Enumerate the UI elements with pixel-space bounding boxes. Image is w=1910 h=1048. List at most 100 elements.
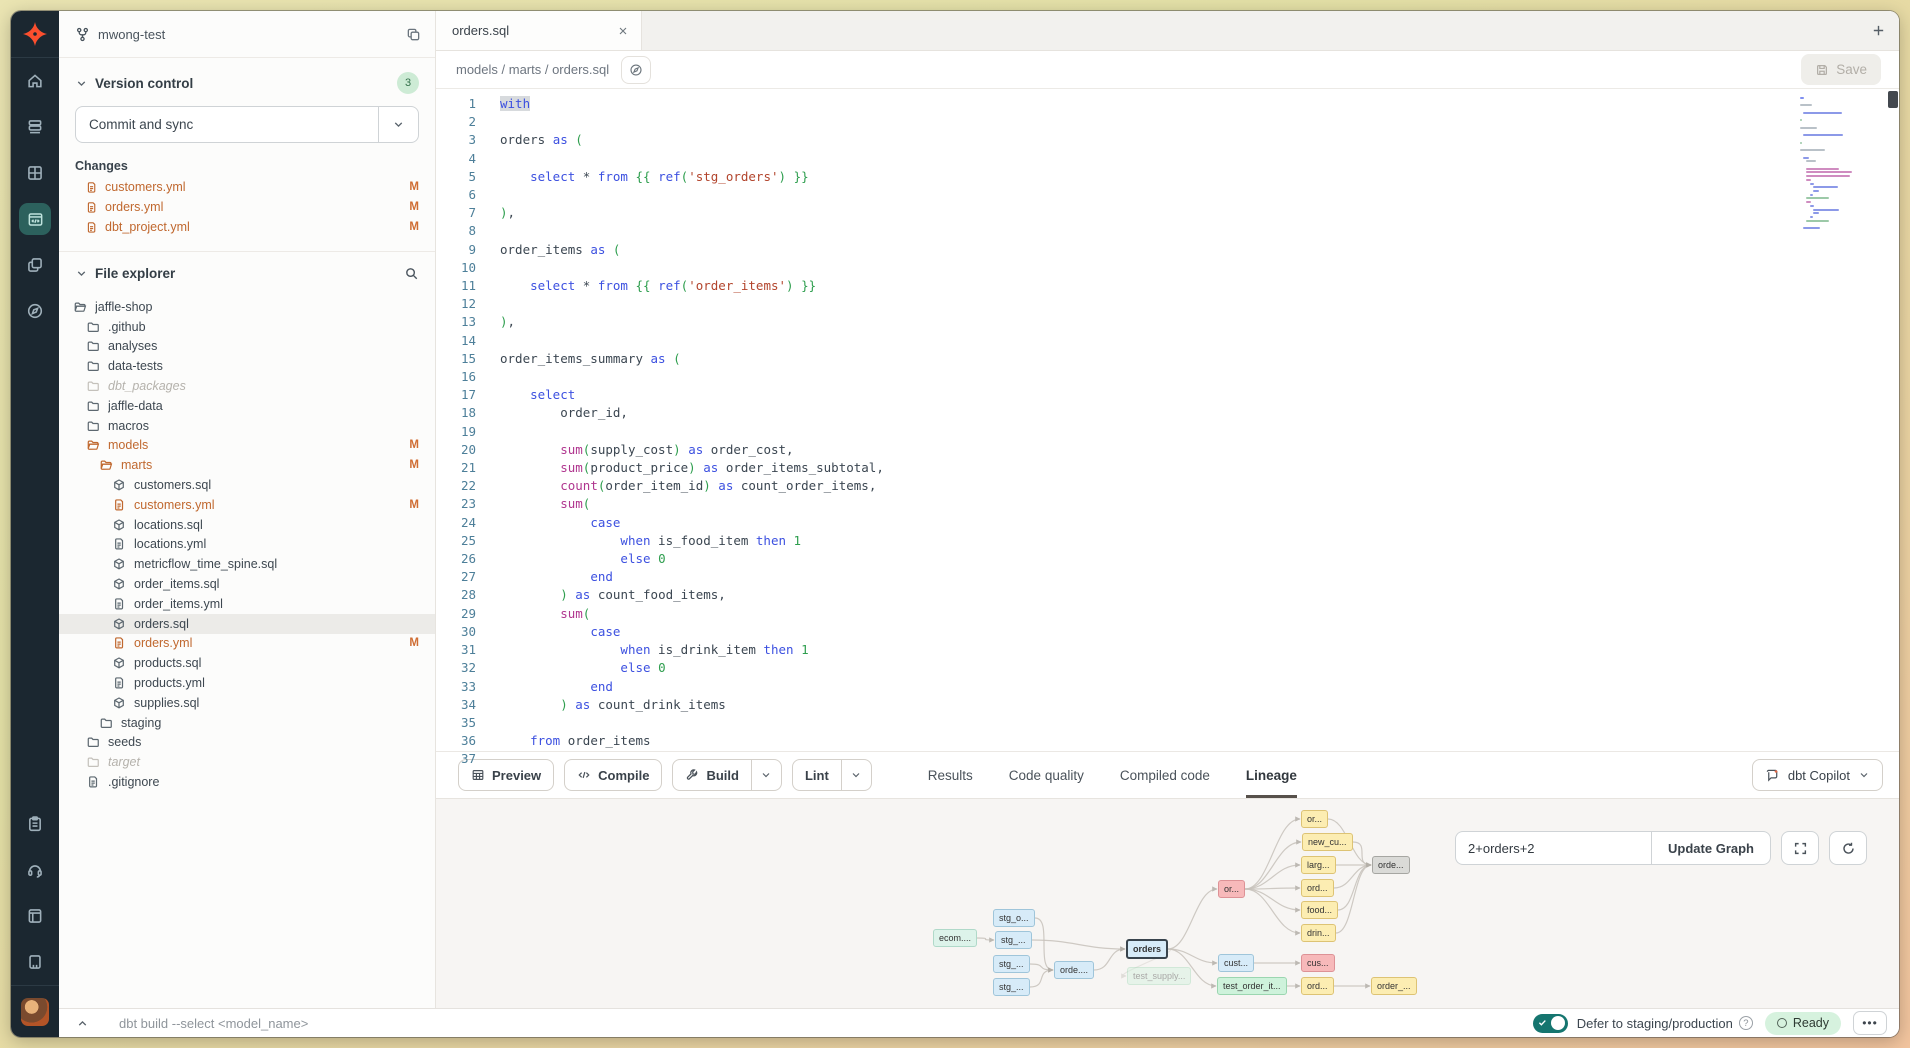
- commit-and-sync-button[interactable]: Commit and sync: [75, 106, 419, 143]
- refresh-icon[interactable]: [1829, 831, 1867, 865]
- chevron-down-icon[interactable]: [75, 77, 88, 90]
- tab-lineage[interactable]: Lineage: [1246, 752, 1297, 798]
- lineage-selector-input[interactable]: [1455, 831, 1651, 865]
- tree-item-seeds[interactable]: seeds: [59, 733, 435, 753]
- tree-item-orders-yml[interactable]: orders.ymlM: [59, 634, 435, 654]
- copy-branch-icon[interactable]: [406, 27, 421, 42]
- dbt-logo[interactable]: [11, 11, 59, 58]
- ide-icon[interactable]: [11, 196, 59, 242]
- lineage-node-ordY2[interactable]: ord...: [1301, 977, 1334, 995]
- changed-file[interactable]: dbt_project.yml M: [59, 217, 435, 237]
- open-in-explorer-icon[interactable]: [621, 56, 651, 84]
- tree-item-orders-sql[interactable]: orders.sql: [59, 614, 435, 634]
- lineage-node-orY[interactable]: or...: [1301, 810, 1328, 828]
- clipboard-icon[interactable]: [11, 801, 59, 847]
- lineage-node-orP[interactable]: or...: [1218, 880, 1245, 898]
- save-button[interactable]: Save: [1801, 54, 1881, 85]
- changelog-icon[interactable]: [11, 939, 59, 985]
- lineage-node-ecom[interactable]: ecom....: [933, 929, 977, 947]
- home-icon[interactable]: [11, 58, 59, 104]
- lineage-node-stg1[interactable]: stg_o...: [993, 909, 1035, 927]
- tree-item-customers-sql[interactable]: customers.sql: [59, 475, 435, 495]
- code-editor[interactable]: 1234567891011121314151617181920212223242…: [436, 89, 1899, 751]
- search-icon[interactable]: [404, 266, 419, 281]
- help-icon[interactable]: ?: [1739, 1016, 1753, 1030]
- tree-item-products-sql[interactable]: products.sql: [59, 653, 435, 673]
- tab-results[interactable]: Results: [928, 752, 973, 798]
- tab-compiled-code[interactable]: Compiled code: [1120, 752, 1210, 798]
- tree-item-jaffle-data[interactable]: jaffle-data: [59, 396, 435, 416]
- tree-item-products-yml[interactable]: products.yml: [59, 673, 435, 693]
- tree-item-analyses[interactable]: analyses: [59, 337, 435, 357]
- dbt-copilot-button[interactable]: dbt Copilot: [1752, 759, 1883, 791]
- editor-scrollbar[interactable]: [1886, 89, 1899, 751]
- lineage-node-ordeL[interactable]: orde....: [1054, 961, 1094, 979]
- tree-item-models[interactable]: modelsM: [59, 436, 435, 456]
- tree-item-data-tests[interactable]: data-tests: [59, 356, 435, 376]
- user-avatar[interactable]: [21, 998, 49, 1026]
- code-line-11: select * from {{ ref('order_items') }}: [500, 277, 1794, 295]
- minimap-line: [1806, 175, 1850, 177]
- tree-item-macros[interactable]: macros: [59, 416, 435, 436]
- command-input[interactable]: dbt build --select <model_name>: [119, 1016, 1533, 1031]
- lineage-node-ordY1[interactable]: ord...: [1301, 879, 1334, 897]
- orchestration-icon[interactable]: [11, 242, 59, 288]
- tree-item--github[interactable]: .github: [59, 317, 435, 337]
- commit-options-chevron-icon[interactable]: [378, 107, 418, 142]
- lineage-node-newcu[interactable]: new_cu...: [1302, 833, 1353, 851]
- compile-button[interactable]: Compile: [564, 759, 662, 791]
- lineage-node-stg2[interactable]: stg_...: [995, 931, 1032, 949]
- tree-item-staging[interactable]: staging: [59, 713, 435, 733]
- tree-item-marts[interactable]: martsM: [59, 455, 435, 475]
- chevron-down-icon[interactable]: [75, 267, 88, 280]
- lint-options-chevron-icon[interactable]: [841, 760, 871, 790]
- scrollbar-thumb[interactable]: [1888, 91, 1898, 108]
- build-options-chevron-icon[interactable]: [751, 760, 781, 790]
- tree-item-metricflow-time-spine-sql[interactable]: metricflow_time_spine.sql: [59, 554, 435, 574]
- lineage-node-cusP[interactable]: cus...: [1301, 954, 1335, 972]
- fullscreen-icon[interactable]: [1781, 831, 1819, 865]
- tree-item--gitignore[interactable]: .gitignore: [59, 772, 435, 792]
- lineage-node-testoi[interactable]: test_order_it...: [1217, 977, 1287, 995]
- tree-item-customers-yml[interactable]: customers.ymlM: [59, 495, 435, 515]
- tree-item-order-items-yml[interactable]: order_items.yml: [59, 594, 435, 614]
- tree-item-order-items-sql[interactable]: order_items.sql: [59, 574, 435, 594]
- lineage-node-drin[interactable]: drin...: [1301, 924, 1336, 942]
- lineage-node-stg3[interactable]: stg_...: [993, 955, 1030, 973]
- changed-file[interactable]: orders.yml M: [59, 197, 435, 217]
- support-icon[interactable]: [11, 847, 59, 893]
- lineage-node-stg4[interactable]: stg_...: [993, 978, 1030, 996]
- explore-icon[interactable]: [11, 288, 59, 334]
- defer-toggle[interactable]: [1533, 1014, 1568, 1033]
- lineage-node-larg[interactable]: larg...: [1301, 856, 1336, 874]
- code-content[interactable]: with orders as ( select * from {{ ref('s…: [492, 89, 1794, 751]
- minimap[interactable]: [1794, 89, 1886, 751]
- lint-button[interactable]: Lint: [792, 759, 872, 791]
- environments-icon[interactable]: [11, 104, 59, 150]
- lineage-node-cust[interactable]: cust...: [1218, 954, 1254, 972]
- tree-item-dbt-packages[interactable]: dbt_packages: [59, 376, 435, 396]
- more-options-button[interactable]: •••: [1853, 1011, 1887, 1035]
- update-graph-button[interactable]: Update Graph: [1651, 831, 1771, 865]
- expand-command-bar-icon[interactable]: [59, 1017, 105, 1030]
- docs-icon[interactable]: [11, 893, 59, 939]
- changed-file[interactable]: customers.yml M: [59, 177, 435, 197]
- lineage-node-testsup[interactable]: test_supply...: [1127, 967, 1191, 985]
- tree-item-jaffle-shop[interactable]: jaffle-shop: [59, 297, 435, 317]
- lineage-node-orders[interactable]: orders: [1126, 939, 1168, 959]
- new-tab-button[interactable]: [1857, 11, 1899, 50]
- close-tab-icon[interactable]: [617, 25, 629, 37]
- lineage-node-food[interactable]: food...: [1301, 901, 1338, 919]
- minimap-line: [1813, 209, 1839, 211]
- tree-item-locations-yml[interactable]: locations.yml: [59, 535, 435, 555]
- dashboard-icon[interactable]: [11, 150, 59, 196]
- tab-orders-sql[interactable]: orders.sql: [436, 11, 642, 50]
- lineage-node-orderY3[interactable]: order_...: [1371, 977, 1417, 995]
- tree-item-target[interactable]: target: [59, 752, 435, 772]
- tab-code-quality[interactable]: Code quality: [1009, 752, 1084, 798]
- lineage-node-ordeG[interactable]: orde...: [1372, 856, 1410, 874]
- build-button[interactable]: Build: [672, 759, 782, 791]
- lineage-panel[interactable]: ecom....stg_o...stg_...stg_...stg_...ord…: [436, 798, 1899, 1008]
- tree-item-supplies-sql[interactable]: supplies.sql: [59, 693, 435, 713]
- tree-item-locations-sql[interactable]: locations.sql: [59, 515, 435, 535]
